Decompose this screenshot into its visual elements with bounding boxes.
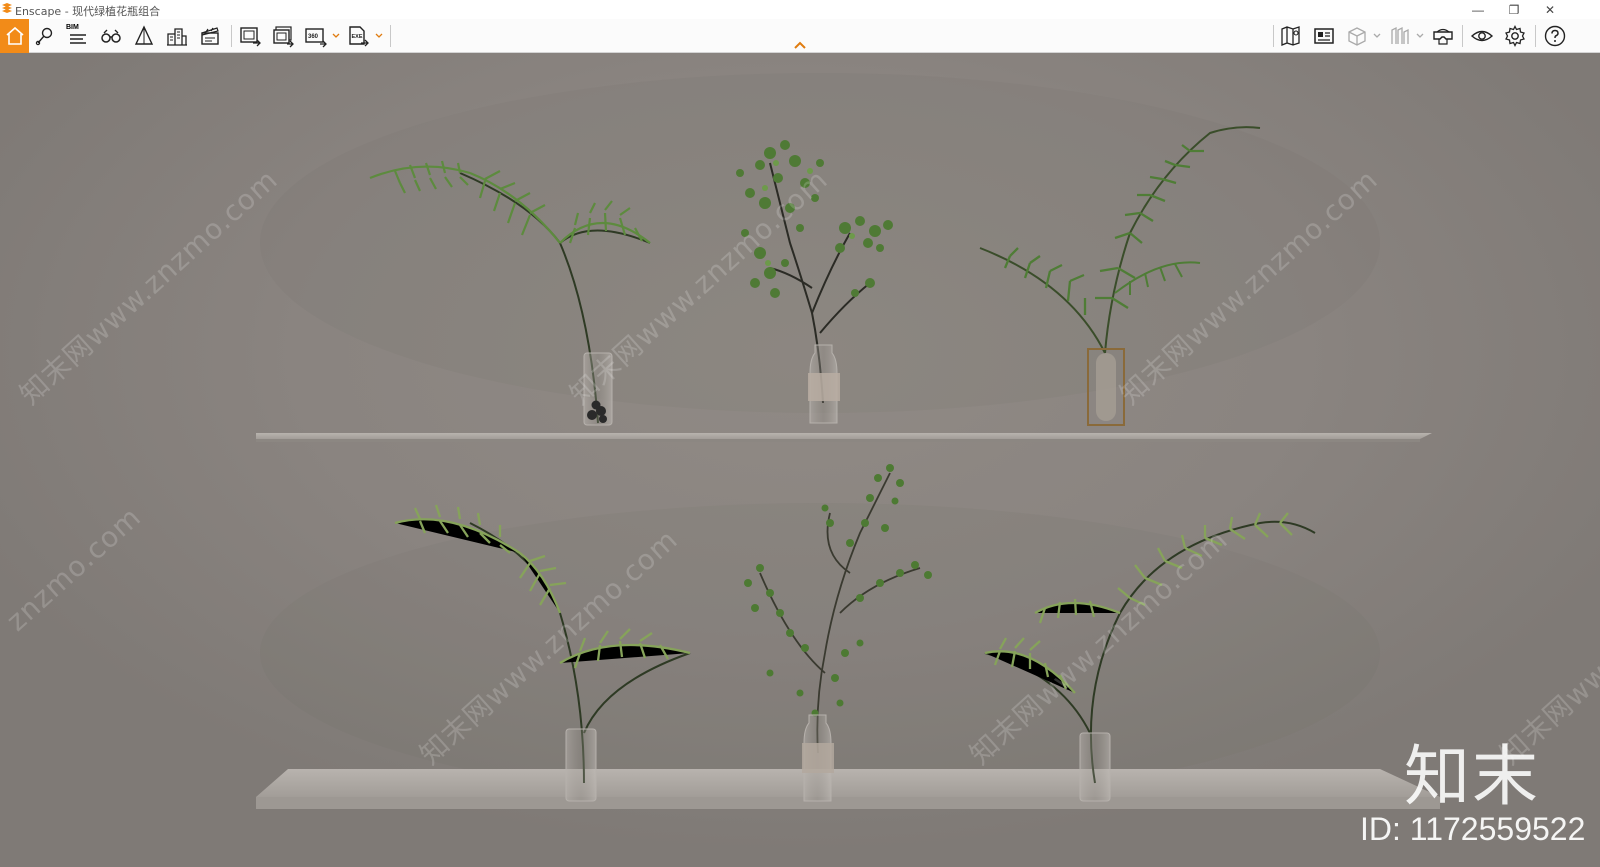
toolbar-separator: [1535, 25, 1536, 47]
box-view-icon: [1348, 27, 1366, 46]
binoculars-icon: [101, 29, 121, 43]
buildings-button[interactable]: [163, 21, 191, 51]
batch-render-button[interactable]: [269, 21, 297, 51]
chevron-down-icon: [375, 33, 383, 38]
restore-button[interactable]: ❐: [1500, 0, 1528, 19]
screenshot-export-icon: [240, 27, 261, 47]
chevron-down-icon: [332, 33, 340, 38]
chevron-down-icon: [1373, 33, 1381, 38]
help-icon: [1544, 25, 1566, 47]
help-button[interactable]: [1541, 21, 1569, 51]
clapperboard-icon: [201, 27, 219, 45]
buildings-icon: [167, 28, 187, 46]
panorama-360-icon: 360: [305, 28, 327, 48]
bim-info-button[interactable]: BIM: [64, 21, 92, 51]
views-icon: [1391, 26, 1409, 44]
asset-library-button[interactable]: [1310, 21, 1338, 51]
toolbar-separator: [231, 25, 232, 47]
box-view-button[interactable]: [1343, 21, 1371, 51]
home-icon: [5, 26, 24, 45]
asset-library-icon: [1314, 28, 1334, 44]
clapperboard-button[interactable]: [196, 21, 224, 51]
bim-label: BIM: [66, 24, 79, 31]
map-button[interactable]: [1277, 21, 1305, 51]
title-bar: Enscape - 现代绿植花瓶组合 — ❐ ✕: [0, 0, 1600, 19]
lower-shelf: [256, 769, 1440, 809]
watermark-brand: 知末: [1404, 738, 1540, 815]
sketch-mode-icon: [134, 25, 154, 45]
location-button[interactable]: [31, 21, 59, 51]
exe-export-button[interactable]: EXE: [344, 21, 372, 51]
render-viewport[interactable]: 知末网www.znzmo.com 知末网www.znzmo.com 知末网www…: [0, 53, 1600, 867]
toolbar-separator: [1273, 25, 1274, 47]
visibility-eye-icon: [1470, 30, 1494, 42]
close-button[interactable]: ✕: [1536, 0, 1564, 19]
location-pin-icon: [35, 27, 53, 46]
chevron-down-icon: [1416, 33, 1424, 38]
settings-button[interactable]: [1501, 21, 1529, 51]
vr-headset-button[interactable]: [1429, 21, 1457, 51]
sketch-mode-button[interactable]: [130, 21, 158, 51]
minimize-button[interactable]: —: [1464, 0, 1492, 19]
upper-shelf: [256, 433, 1432, 442]
vr-headset-icon: [1433, 28, 1453, 45]
home-button[interactable]: [0, 19, 29, 53]
window-title: Enscape - 现代绿植花瓶组合: [15, 5, 161, 18]
exe-export-dropdown[interactable]: [375, 32, 383, 40]
panorama-dropdown[interactable]: [332, 32, 340, 40]
binoculars-button[interactable]: [97, 21, 125, 51]
views-button[interactable]: [1386, 21, 1414, 51]
svg-text:EXE: EXE: [352, 34, 363, 40]
enscape-logo-icon: [2, 3, 12, 13]
toolbar-separator: [390, 25, 391, 47]
settings-gear-icon: [1505, 25, 1525, 47]
toolbar-separator: [1462, 25, 1463, 47]
panorama-button[interactable]: 360: [302, 21, 330, 51]
watermark-id: ID: 1172559522: [1360, 811, 1586, 847]
views-dropdown[interactable]: [1416, 32, 1424, 40]
box-view-dropdown[interactable]: [1373, 32, 1381, 40]
exe-export-icon: EXE: [349, 26, 369, 47]
screenshot-export-button[interactable]: [236, 21, 264, 51]
svg-text:360: 360: [308, 34, 319, 40]
visibility-button[interactable]: [1468, 21, 1496, 51]
batch-render-icon: [273, 26, 294, 48]
map-icon: [1281, 26, 1300, 46]
collapse-toolbar-icon[interactable]: [792, 40, 808, 50]
